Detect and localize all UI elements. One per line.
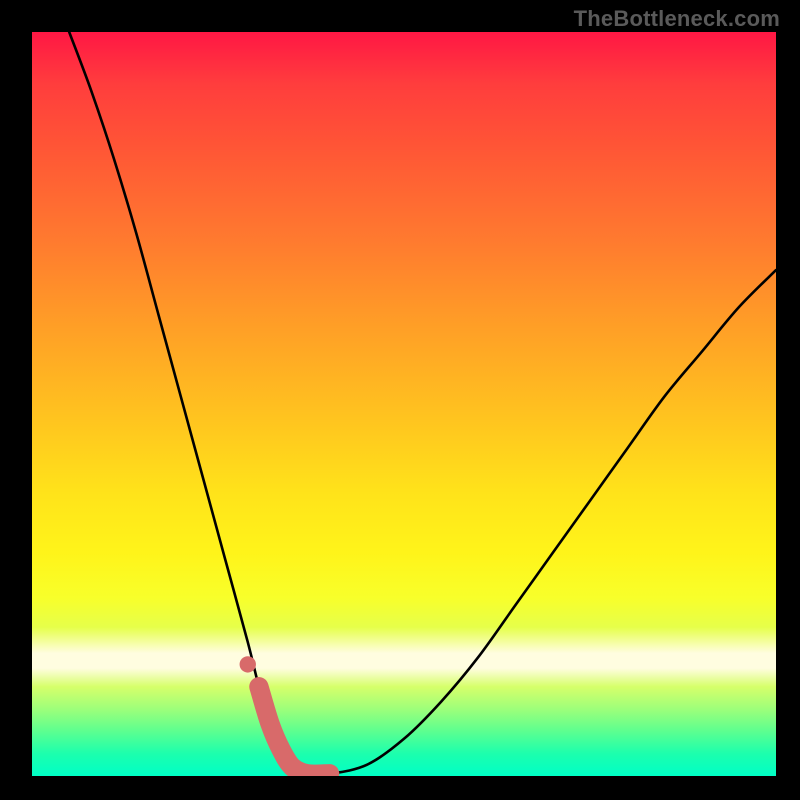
bottleneck-curve: [69, 32, 776, 775]
curve-svg: [32, 32, 776, 776]
sweet-spot-highlight: [259, 687, 330, 775]
plot-area: [32, 32, 776, 776]
sweet-spot-dot: [240, 656, 256, 672]
watermark-text: TheBottleneck.com: [574, 6, 780, 32]
